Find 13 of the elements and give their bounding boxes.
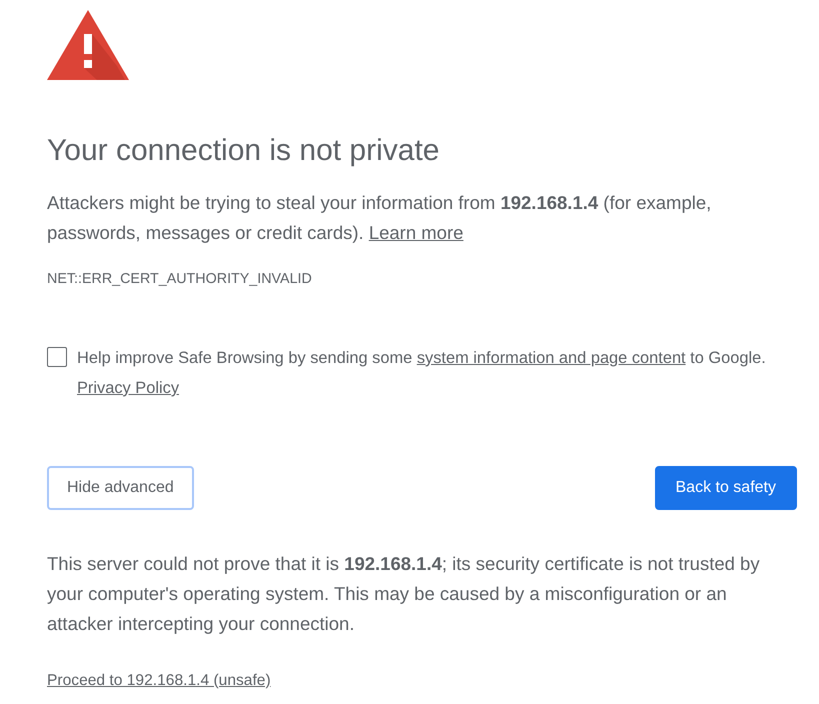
details-paragraph: This server could not prove that it is 192.168.1.4; its security certificate is not trusted by your computer's operating system. This may be caused by a misconfiguration or an attacker intercepting your connection.: [47, 552, 761, 636]
back-to-safety-button[interactable]: Back to safety: [654, 466, 797, 510]
learn-more-link[interactable]: Learn more: [368, 222, 464, 243]
hide-advanced-button[interactable]: Hide advanced: [47, 466, 194, 510]
error-code: NET::ERR_CERT_AUTHORITY_INVALID: [47, 270, 313, 289]
proceed-link[interactable]: Proceed to 192.168.1.4 (unsafe): [47, 671, 271, 691]
checkbox[interactable]: [47, 347, 67, 367]
system-info-link[interactable]: system information and page content: [416, 349, 686, 367]
warning-icon: [47, 10, 129, 80]
opt-in-text: Help improve Safe Browsing by sending some system information and page content to Google. Privacy Policy: [77, 348, 767, 399]
page-title: Your connection is not private: [47, 133, 440, 169]
privacy-policy-link[interactable]: Privacy Policy: [77, 379, 180, 397]
warning-paragraph: Attackers might be trying to steal your information from 192.168.1.4 (for example, passwords, messages or credit cards). Learn more: [47, 191, 712, 245]
